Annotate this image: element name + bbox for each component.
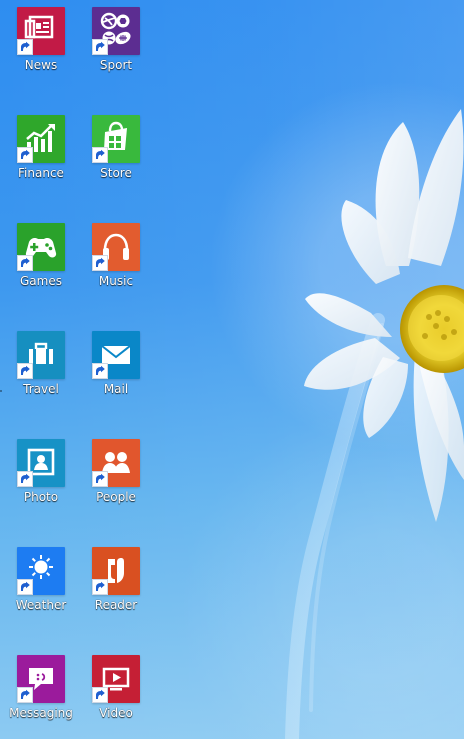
desktop-shortcut-mail[interactable]: Mail (76, 324, 148, 406)
shortcut-arrow-icon (92, 687, 108, 703)
shortcut-arrow-icon (92, 39, 108, 55)
desktop-shortcut-label: Reader (94, 598, 138, 612)
desktop-shortcut-label: Store (100, 166, 132, 180)
shortcut-arrow-icon (17, 687, 33, 703)
shortcut-arrow-icon (17, 579, 33, 595)
desktop-shortcut-label: Video (99, 706, 133, 720)
desktop-shortcut-games[interactable]: Games (1, 216, 73, 298)
desktop-shortcut-label: Finance (18, 166, 64, 180)
wallpaper-flower (285, 109, 464, 739)
shortcut-arrow-icon (17, 39, 33, 55)
desktop-shortcut-news[interactable]: News (1, 0, 73, 82)
desktop-shortcut-label: Messaging (9, 706, 73, 720)
shortcut-arrow-icon (17, 255, 33, 271)
desktop-shortcut-label: People (96, 490, 136, 504)
shortcut-arrow-icon (92, 471, 108, 487)
desktop-shortcut-label: Mail (103, 382, 129, 396)
desktop-shortcut-reader[interactable]: Reader (76, 540, 148, 622)
desktop-shortcut-label: Photo (23, 490, 59, 504)
shortcut-arrow-icon (92, 147, 108, 163)
desktop-shortcut-sport[interactable]: Sport (76, 0, 148, 82)
shortcut-arrow-icon (92, 579, 108, 595)
desktop-shortcut-label: Travel (23, 382, 59, 396)
desktop-shortcut-label: News (24, 58, 58, 72)
desktop-shortcut-travel[interactable]: Travel (1, 324, 73, 406)
desktop-shortcut-weather[interactable]: Weather (1, 540, 73, 622)
desktop-icon-grid: News Sport Finance Store Games Music Tra… (0, 0, 180, 739)
shortcut-arrow-icon (17, 363, 33, 379)
desktop-shortcut-label: Weather (15, 598, 67, 612)
desktop-shortcut-music[interactable]: Music (76, 216, 148, 298)
shortcut-arrow-icon (92, 363, 108, 379)
shortcut-arrow-icon (92, 255, 108, 271)
shortcut-arrow-icon (17, 471, 33, 487)
shortcut-arrow-icon (17, 147, 33, 163)
desktop-shortcut-finance[interactable]: Finance (1, 108, 73, 190)
desktop-shortcut-label: Music (98, 274, 134, 288)
desktop-shortcut-label: Sport (99, 58, 133, 72)
desktop-shortcut-video[interactable]: Video (76, 648, 148, 730)
desktop: News Sport Finance Store Games Music Tra… (0, 0, 464, 739)
desktop-shortcut-store[interactable]: Store (76, 108, 148, 190)
desktop-shortcut-messaging[interactable]: Messaging (1, 648, 73, 730)
desktop-shortcut-people[interactable]: People (76, 432, 148, 514)
desktop-shortcut-photo[interactable]: Photo (1, 432, 73, 514)
desktop-shortcut-label: Games (20, 274, 62, 288)
